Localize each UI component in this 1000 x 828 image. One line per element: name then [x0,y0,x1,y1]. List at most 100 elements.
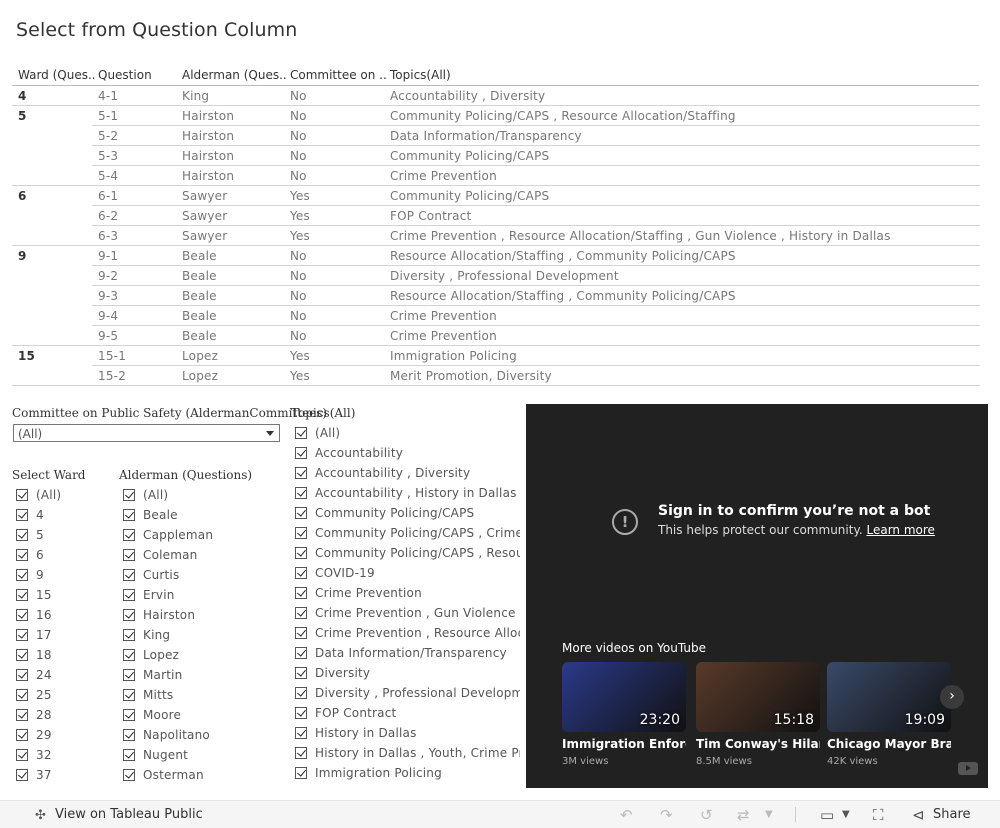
undo-icon[interactable]: ↶ [620,806,633,824]
checkbox-checked-icon[interactable] [123,549,135,561]
checkbox-checked-icon[interactable] [295,647,307,659]
alderman-option[interactable]: Moore [123,706,273,726]
checkbox-checked-icon[interactable] [123,509,135,521]
topic-option[interactable]: Accountability [295,444,520,464]
table-row[interactable]: 9-3 Beale No Resource Allocation/Staffing ,… [0,286,980,306]
checkbox-checked-icon[interactable] [16,729,28,741]
alderman-option[interactable]: Curtis [123,566,273,586]
redo-icon[interactable]: ↷ [660,806,673,824]
checkbox-checked-icon[interactable] [16,529,28,541]
checkbox-checked-icon[interactable] [123,629,135,641]
checkbox-checked-icon[interactable] [295,447,307,459]
checkbox-checked-icon[interactable] [123,649,135,661]
topic-option[interactable]: Crime Prevention , Resource Alloc... [295,624,520,644]
alderman-option[interactable]: Nugent [123,746,273,766]
alderman-option[interactable]: Napolitano [123,726,273,746]
checkbox-checked-icon[interactable] [123,689,135,701]
ward-option[interactable]: 9 [16,566,106,586]
chevron-down-icon[interactable]: ▼ [765,809,773,820]
checkbox-checked-icon[interactable] [295,667,307,679]
col-header-alderman[interactable]: Alderman (Ques.. [182,68,287,82]
table-row[interactable]: 6-3 Sawyer Yes Crime Prevention , Resource … [0,226,980,246]
checkbox-checked-icon[interactable] [295,747,307,759]
topic-option[interactable]: Diversity , Professional Developm... [295,684,520,704]
topic-option[interactable]: Community Policing/CAPS , Crime ... [295,524,520,544]
topic-option[interactable]: Community Policing/CAPS [295,504,520,524]
committee-dropdown[interactable]: (All) [13,424,280,442]
topic-option[interactable]: Data Information/Transparency [295,644,520,664]
download-icon[interactable]: ▭ [820,806,834,824]
video-title[interactable]: Chicago Mayor Brand... [827,737,951,751]
checkbox-checked-icon[interactable] [295,487,307,499]
checkbox-checked-icon[interactable] [295,547,307,559]
alderman-option[interactable]: Hairston [123,606,273,626]
topic-option[interactable]: Accountability , Diversity [295,464,520,484]
alderman-option[interactable]: (All) [123,486,273,506]
alderman-option[interactable]: King [123,626,273,646]
checkbox-checked-icon[interactable] [295,727,307,739]
checkbox-checked-icon[interactable] [16,489,28,501]
alderman-option[interactable]: Coleman [123,546,273,566]
checkbox-checked-icon[interactable] [295,507,307,519]
ward-option[interactable]: 15 [16,586,106,606]
table-row[interactable]: 9-5 Beale No Crime Prevention [0,326,980,346]
topic-option[interactable]: FOP Contract [295,704,520,724]
col-header-ward[interactable]: Ward (Ques.. [18,68,96,82]
alderman-option[interactable]: Mitts [123,686,273,706]
checkbox-checked-icon[interactable] [295,527,307,539]
checkbox-checked-icon[interactable] [123,569,135,581]
checkbox-checked-icon[interactable] [295,627,307,639]
topic-option[interactable]: Accountability , History in Dallas [295,484,520,504]
checkbox-checked-icon[interactable] [123,609,135,621]
video-title[interactable]: Tim Conway's Hilario... [696,737,820,751]
table-row[interactable]: 4 4-1 King No Accountability , Diversity [0,86,980,106]
topic-option[interactable]: History in Dallas [295,724,520,744]
checkbox-checked-icon[interactable] [295,687,307,699]
youtube-logo-icon[interactable] [958,762,978,775]
ward-option[interactable]: 24 [16,666,106,686]
ward-option[interactable]: 4 [16,506,106,526]
table-row[interactable]: 6-2 Sawyer Yes FOP Contract [0,206,980,226]
learn-more-link[interactable]: Learn more [866,523,934,537]
revert-icon[interactable]: ↺ [700,806,713,824]
table-row[interactable]: 9-2 Beale No Diversity , Professional Devel… [0,266,980,286]
fullscreen-icon[interactable]: ⛶ [873,806,884,824]
ward-option[interactable]: 17 [16,626,106,646]
ward-option[interactable]: 6 [16,546,106,566]
checkbox-checked-icon[interactable] [16,669,28,681]
alderman-option[interactable]: Ervin [123,586,273,606]
checkbox-checked-icon[interactable] [16,609,28,621]
topic-option[interactable]: Crime Prevention [295,584,520,604]
video-title[interactable]: Immigration Enforce... [562,737,686,751]
checkbox-checked-icon[interactable] [123,529,135,541]
alderman-option[interactable]: Osterman [123,766,273,786]
checkbox-checked-icon[interactable] [295,567,307,579]
ward-option[interactable]: (All) [16,486,106,506]
checkbox-checked-icon[interactable] [16,509,28,521]
checkbox-checked-icon[interactable] [16,749,28,761]
topic-option[interactable]: COVID-19 [295,564,520,584]
col-header-topics[interactable]: Topics(All) [390,68,451,82]
checkbox-checked-icon[interactable] [16,709,28,721]
refresh-icon[interactable]: ⇄ [737,806,750,824]
checkbox-checked-icon[interactable] [295,467,307,479]
table-row[interactable]: 5-2 Hairston No Data Information/Transparen… [0,126,980,146]
checkbox-checked-icon[interactable] [295,587,307,599]
video-thumbnail[interactable]: 19:09 [827,662,951,732]
alderman-option[interactable]: Martin [123,666,273,686]
table-row[interactable]: 6 6-1 Sawyer Yes Community Policing/CAPS [0,186,980,206]
checkbox-checked-icon[interactable] [123,749,135,761]
checkbox-checked-icon[interactable] [295,607,307,619]
alderman-option[interactable]: Cappleman [123,526,273,546]
checkbox-checked-icon[interactable] [123,729,135,741]
ward-option[interactable]: 5 [16,526,106,546]
chevron-down-icon[interactable]: ▼ [842,809,850,820]
ward-option[interactable]: 29 [16,726,106,746]
checkbox-checked-icon[interactable] [16,629,28,641]
checkbox-checked-icon[interactable] [123,489,135,501]
checkbox-checked-icon[interactable] [123,589,135,601]
alderman-option[interactable]: Beale [123,506,273,526]
view-on-tableau-link[interactable]: View on Tableau Public [55,807,203,822]
video-thumbnail[interactable]: 15:18 [696,662,820,732]
col-header-question[interactable]: Question [98,68,152,82]
